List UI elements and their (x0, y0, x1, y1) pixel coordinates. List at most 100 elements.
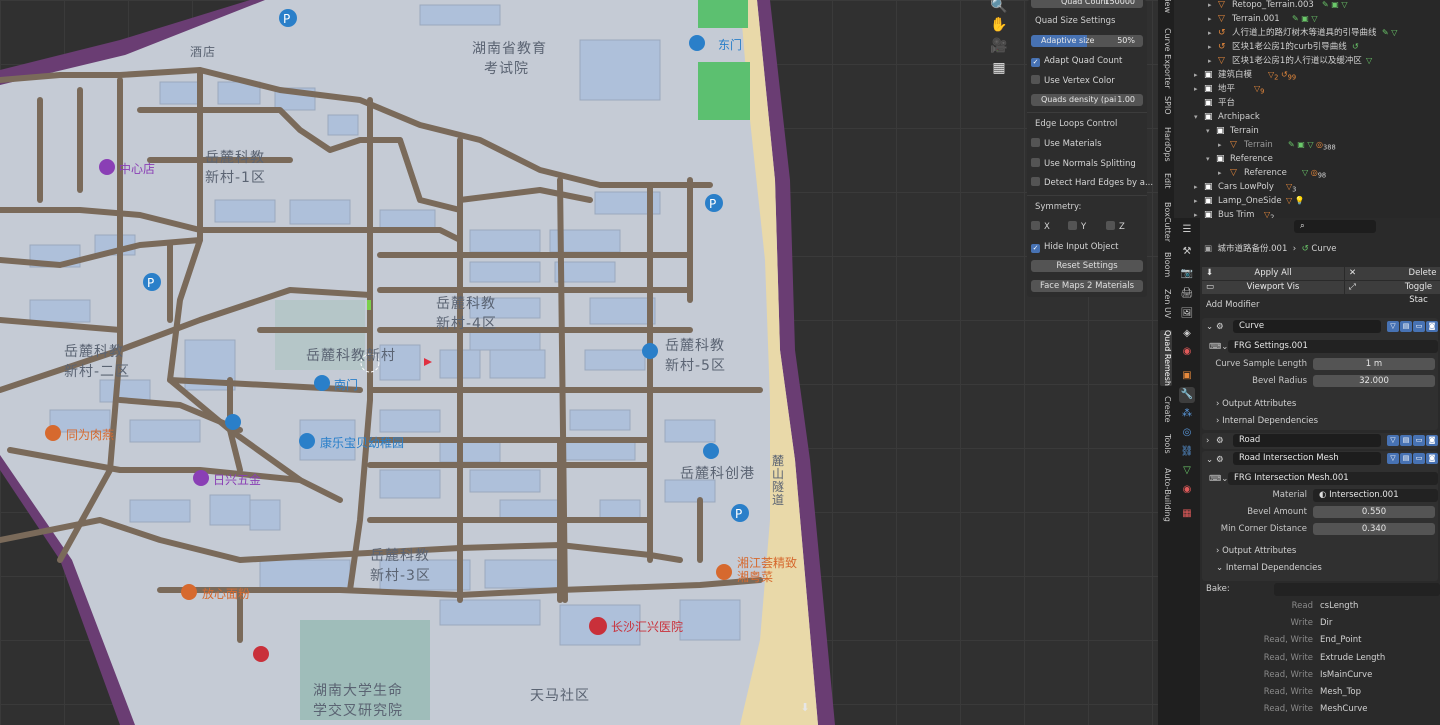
material-tab-icon[interactable]: ◉ (1179, 482, 1195, 498)
physics-tab-icon[interactable]: ◎ (1179, 425, 1195, 441)
symmetry-z-checkbox[interactable]: Z (1106, 221, 1125, 233)
tab-zen-uv[interactable]: Zen UV (1160, 289, 1172, 318)
object-tab-icon[interactable]: ▣ (1179, 368, 1195, 384)
map-mesh[interactable]: P P P P (0, 0, 1160, 725)
face-maps-button[interactable]: Face Maps 2 Materials (1031, 280, 1143, 292)
use-normals-splitting-checkbox[interactable]: Use Normals Splitting (1031, 158, 1136, 170)
texture-tab-icon[interactable]: ▦ (1179, 506, 1195, 522)
symmetry-x-checkbox[interactable]: X (1031, 221, 1050, 233)
min-corner-distance-field[interactable]: 0.340 (1313, 523, 1435, 535)
list-item[interactable]: ▸ ▽ Terrain.001 ✎ ▣ ▽ (1174, 12, 1440, 26)
grid-icon[interactable]: ▦ (989, 58, 1009, 78)
use-vertex-color-checkbox[interactable]: Use Vertex Color (1031, 75, 1115, 87)
list-item[interactable]: ▸ ▣ 建筑白模 ▽2 ↺99 (1174, 68, 1440, 82)
hand-icon[interactable]: ✋ (989, 15, 1009, 35)
tab-edit[interactable]: Edit (1160, 173, 1172, 189)
list-item[interactable]: ▣ 平台 (1174, 96, 1440, 110)
dependency-mode: Read (1291, 601, 1313, 611)
map-label-tunnel: 麓山隧道 (772, 454, 786, 507)
dependency-name: Extrude Length (1320, 652, 1386, 663)
scene-tab-icon[interactable]: ◈ (1179, 326, 1195, 342)
render-tab-icon[interactable]: 📷 (1179, 266, 1195, 282)
adapt-quad-count-checkbox[interactable]: ✓ Adapt Quad Count (1031, 55, 1122, 67)
list-item[interactable]: ▾ ▣ Reference (1174, 152, 1440, 166)
map-label-yuelu-3: 岳麓科教 新村-3区 (370, 548, 431, 584)
list-item[interactable]: ▸ ▽ Reference ▽ ◎98 (1174, 166, 1440, 180)
adaptive-size-slider[interactable]: Adaptive size 50% (1031, 35, 1143, 47)
node-tree-icon[interactable]: ⌨⌄ (1209, 342, 1228, 352)
bake-field[interactable] (1274, 583, 1440, 596)
bevel-radius-field[interactable]: 32.000 (1313, 375, 1435, 387)
output-tab-icon[interactable]: 🖨 (1179, 286, 1195, 302)
list-item[interactable]: ▸ ↺ 区块1老公房1的curb引导曲线 ↺ (1174, 40, 1440, 54)
edge-loops-title: Edge Loops Control (1035, 119, 1118, 129)
world-tab-icon[interactable]: ◉ (1179, 344, 1195, 360)
hide-input-object-checkbox[interactable]: ✓ Hide Input Object (1031, 241, 1118, 253)
svg-text:P: P (735, 507, 742, 521)
tab-boxcutter[interactable]: BoxCutter (1160, 202, 1172, 242)
chevron-down-icon[interactable]: ⌄ (1206, 322, 1213, 332)
output-attributes-toggle[interactable]: › Output Attributes (1216, 546, 1296, 556)
data-tab-icon[interactable]: ▽ (1179, 463, 1195, 479)
list-item[interactable]: ▾ ▣ Terrain (1174, 124, 1440, 138)
list-item[interactable]: ▸ ▣ Bus Trim ▽2 (1174, 208, 1440, 218)
tab-bloom[interactable]: Bloom (1160, 252, 1172, 277)
node-tree-icon[interactable]: ⌨⌄ (1209, 474, 1228, 484)
editor-type-icon[interactable]: ☰ (1179, 222, 1195, 238)
modifier-name-field[interactable]: Road (1233, 434, 1381, 447)
modifier-toggle-icons[interactable]: ▽ ▤ ▭ ◙ (1386, 453, 1438, 465)
list-item[interactable]: ▸ ▽ Retopo_Terrain.003 ✎ ▣ ▽ (1174, 0, 1440, 12)
symmetry-y-checkbox[interactable]: Y (1068, 221, 1086, 233)
zoom-icon[interactable]: 🔍 (989, 0, 1009, 16)
list-item[interactable]: ▸ ▣ Cars LowPoly ▽3 (1174, 180, 1440, 194)
detect-hard-edges-checkbox[interactable]: Detect Hard Edges by a... (1031, 177, 1153, 189)
poi-label-huixing: 长沙汇兴医院 (611, 620, 684, 634)
material-field[interactable]: ◐ Intersection.001 (1313, 489, 1438, 502)
tab-view[interactable]: View (1160, 0, 1172, 13)
tab-tools[interactable]: Tools (1160, 434, 1172, 454)
viewport-vis-button[interactable]: ▭ Viewport Vis (1202, 281, 1344, 294)
tab-auto-building[interactable]: Auto-Building (1160, 468, 1172, 522)
internal-dependencies-toggle[interactable]: › Internal Dependencies (1216, 416, 1318, 426)
tool-tab-icon[interactable]: ⚒ (1179, 244, 1195, 260)
modifier-name-field[interactable]: Road Intersection Mesh (1233, 452, 1381, 465)
chevron-down-icon[interactable]: ⌄ (1206, 455, 1213, 465)
tab-curve-exporter[interactable]: Curve Exporter (1160, 28, 1172, 89)
quads-density-field[interactable]: Quads density (pai 1.00 (1031, 94, 1143, 106)
modifier-toggle-icons[interactable]: ▽ ▤ ▭ ◙ (1386, 321, 1438, 333)
output-attributes-toggle[interactable]: › Output Attributes (1216, 399, 1296, 409)
node-group-field[interactable]: FRG Settings.001 (1228, 340, 1438, 353)
tab-spio[interactable]: SPIO (1160, 96, 1172, 115)
list-item[interactable]: ▾ ▣ Archipack (1174, 110, 1440, 124)
node-group-field[interactable]: FRG Intersection Mesh.001 (1228, 472, 1438, 485)
particles-tab-icon[interactable]: ⁂ (1179, 406, 1195, 422)
bevel-amount-field[interactable]: 0.550 (1313, 506, 1435, 518)
search-input[interactable]: ⌕ (1294, 220, 1376, 233)
apply-all-button[interactable]: ⬇ Apply All (1202, 267, 1344, 280)
curve-sample-length-field[interactable]: 1 m (1313, 358, 1435, 370)
reset-settings-button[interactable]: Reset Settings (1031, 260, 1143, 272)
toggle-stack-button[interactable]: ⤢ Toggle Stac (1345, 281, 1440, 305)
list-item[interactable]: ▸ ▽ 区块1老公房1的人行道以及缓冲区 ▽ (1174, 54, 1440, 68)
list-item[interactable]: ▸ ▣ 地平 ▽9 (1174, 82, 1440, 96)
tab-hardops[interactable]: HardOps (1160, 127, 1172, 162)
use-materials-checkbox[interactable]: Use Materials (1031, 138, 1102, 150)
list-item[interactable]: ▸ ▽ Terrain ✎ ▣ ▽ ◎388 (1174, 138, 1440, 152)
modifier-tab-icon[interactable]: 🔧 (1179, 387, 1195, 403)
3d-viewport[interactable]: P P P P 湖南省教育 考试院 岳麓科教 新村-1区 岳麓科教 新村-4区 … (0, 0, 1160, 725)
list-item[interactable]: ▸ ↺ 人行道上的路灯树木等道具的引导曲线 ✎ ▽ (1174, 26, 1440, 40)
apply-icon: ⬇ (1206, 268, 1214, 278)
modifier-name-field[interactable]: Curve (1233, 320, 1381, 333)
tab-create[interactable]: Create (1160, 396, 1172, 423)
quad-count-field[interactable]: Quad Count 150000 (1031, 0, 1143, 8)
internal-dependencies-toggle[interactable]: ⌄ Internal Dependencies (1216, 563, 1322, 573)
constraints-tab-icon[interactable]: ⛓ (1179, 444, 1195, 460)
camera-icon[interactable]: 🎥 (989, 36, 1009, 56)
list-item[interactable]: ▸ ▣ Lamp_OneSide ▽ 💡 (1174, 194, 1440, 208)
add-modifier-button[interactable]: Add Modifier (1206, 300, 1260, 310)
delete-all-button[interactable]: ✕Delete All (1345, 267, 1440, 291)
chevron-right-icon[interactable]: › (1206, 436, 1209, 446)
modifier-toggle-icons[interactable]: ▽ ▤ ▭ ◙ (1386, 435, 1438, 447)
tab-quad-remesh[interactable]: Quad Remesh (1160, 330, 1172, 386)
view-layer-tab-icon[interactable]: 🖼 (1179, 306, 1195, 322)
